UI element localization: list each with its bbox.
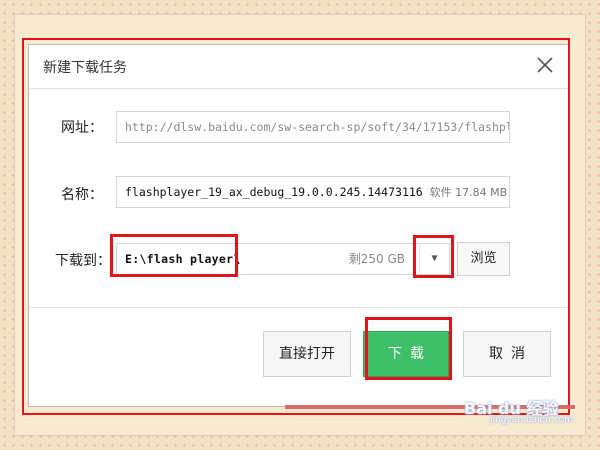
watermark-url: jingyan.baidu.com (490, 415, 574, 425)
baidu-jingyan-watermark: Bai du 经验 jingyan.baidu.com (464, 395, 574, 425)
dialog-highlight-box (22, 38, 570, 415)
